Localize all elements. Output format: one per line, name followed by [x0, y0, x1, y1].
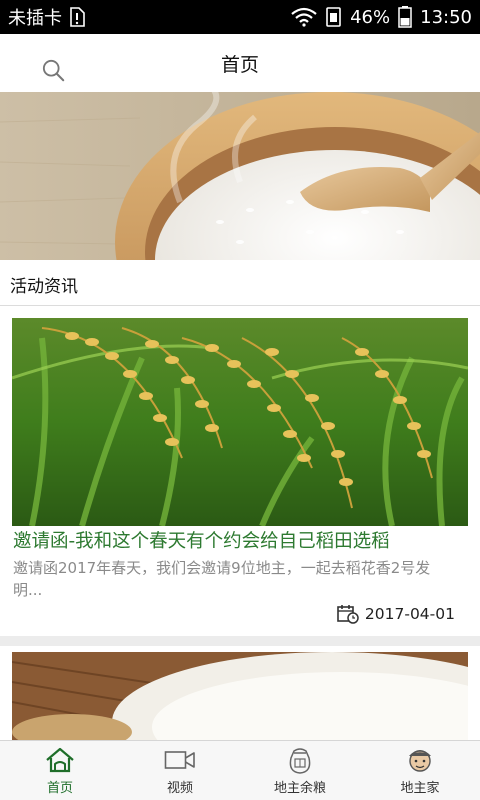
tab-rice[interactable]: 地主余粮 — [240, 741, 360, 800]
tab-video-label: 视频 — [166, 781, 193, 796]
battery-icon — [398, 6, 412, 28]
status-bar: 未插卡 46% 13:50 — [0, 0, 480, 34]
news-section-header: 活动资讯 — [0, 260, 480, 306]
carrier-text: 未插卡 — [8, 8, 62, 29]
tab-video[interactable]: 视频 — [120, 741, 240, 800]
tab-home[interactable]: 首页 — [0, 741, 120, 800]
clock: 13:50 — [420, 6, 472, 28]
farmer-avatar-icon — [409, 750, 431, 772]
article-image-2 — [12, 652, 468, 746]
home-icon — [46, 747, 74, 773]
rice-bag-icon — [289, 748, 311, 774]
search-icon[interactable] — [42, 59, 66, 83]
sim-signal-icon — [326, 7, 341, 27]
wifi-icon — [291, 7, 317, 27]
article-title[interactable]: 邀请函-我和这个春天有个约会给自己稻田选稻 — [13, 527, 473, 553]
tab-rice-label: 地主余粮 — [273, 781, 326, 796]
battery-percent: 46% — [350, 6, 391, 28]
app-header: 首页 — [0, 34, 480, 92]
bottom-tab-bar: 首页 视频 地主余粮 地主家 — [0, 740, 480, 800]
article-image — [12, 318, 468, 526]
page-title: 首页 — [220, 53, 259, 76]
no-sim-icon — [70, 7, 85, 27]
section-title: 活动资讯 — [10, 277, 78, 297]
article-date-text: 2017-04-01 — [364, 605, 455, 623]
article-description: 邀请函2017年春天，我们会邀请9位地主，一起去稻花香2号发明... — [13, 559, 431, 599]
rice-bowl-image — [0, 92, 480, 260]
tab-farmer[interactable]: 地主家 — [360, 741, 480, 800]
article-card-2[interactable] — [0, 636, 480, 746]
article-card[interactable]: 邀请函-我和这个春天有个约会给自己稻田选稻 邀请函2017年春天，我们会邀请9位… — [0, 306, 480, 636]
tab-home-label: 首页 — [46, 781, 73, 796]
calendar-clock-icon — [337, 605, 359, 624]
tab-farmer-label: 地主家 — [400, 781, 440, 796]
video-icon — [164, 751, 195, 769]
hero-banner[interactable] — [0, 92, 480, 260]
article-date: 2017-04-01 — [337, 604, 455, 624]
